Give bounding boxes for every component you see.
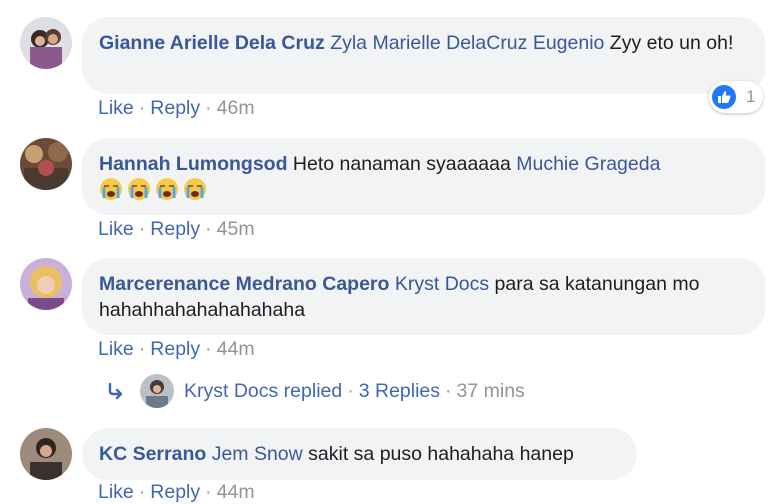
like-link[interactable]: Like <box>98 481 134 503</box>
comment-time[interactable]: 45m <box>217 218 255 240</box>
avatar[interactable] <box>20 258 72 310</box>
reply-link[interactable]: Reply <box>150 97 200 119</box>
crying-face-emoji <box>128 178 150 200</box>
comment-author[interactable]: KC Serrano <box>99 443 206 465</box>
replied-by-link[interactable]: Kryst Docs replied <box>184 380 342 403</box>
like-link[interactable]: Like <box>98 97 134 119</box>
mention-link[interactable]: Kryst Docs <box>395 273 489 295</box>
comment-bubble: Gianne Arielle Dela Cruz Zyla Marielle D… <box>82 17 765 94</box>
avatar[interactable] <box>140 374 174 408</box>
comment-text: Zyy eto un oh! <box>604 32 734 54</box>
avatar[interactable] <box>20 428 72 480</box>
crying-face-emoji <box>156 178 178 200</box>
reaction-count-number: 1 <box>746 87 756 106</box>
separator-dot: · <box>138 481 146 503</box>
comment-text: sakit sa puso hahahaha hanep <box>302 443 574 465</box>
separator-dot: · <box>138 338 146 360</box>
emoji-row <box>99 178 211 202</box>
crying-face-emoji <box>184 178 206 200</box>
separator-dot: · <box>138 97 146 119</box>
comment-author[interactable]: Hannah Lumongsod <box>99 153 288 175</box>
comment-author[interactable]: Marcerenance Medrano Capero <box>99 273 389 295</box>
replies-count-link[interactable]: 3 Replies <box>359 380 440 403</box>
reply-link[interactable]: Reply <box>150 481 200 503</box>
reply-link[interactable]: Reply <box>150 218 200 240</box>
avatar[interactable] <box>20 17 72 69</box>
comment-actions: Like · Reply · 44m <box>98 338 255 361</box>
comment-time[interactable]: 44m <box>217 338 255 360</box>
separator-dot: · <box>205 218 212 240</box>
comment-bubble: Hannah Lumongsod Heto nanaman syaaaaaa M… <box>82 138 765 215</box>
reaction-count[interactable]: 1 <box>709 81 764 113</box>
comment-text: Heto nanaman syaaaaaa <box>287 153 517 175</box>
view-replies-row[interactable]: Kryst Docs replied · 3 Replies · 37 mins <box>106 374 525 408</box>
separator-dot: · <box>445 379 452 402</box>
separator-dot: · <box>205 338 212 360</box>
separator-dot: · <box>205 97 212 119</box>
comment-time[interactable]: 44m <box>217 481 255 503</box>
replies-time: 37 mins <box>456 379 525 402</box>
like-link[interactable]: Like <box>98 338 134 360</box>
separator-dot: · <box>138 218 146 240</box>
comment-bubble: KC Serrano Jem Snow sakit sa puso hahaha… <box>82 428 637 480</box>
mention-link[interactable]: Muchie Grageda <box>516 153 660 175</box>
comment-time[interactable]: 46m <box>217 97 255 119</box>
mention-link[interactable]: Jem Snow <box>212 443 303 465</box>
comment-author[interactable]: Gianne Arielle Dela Cruz <box>99 32 325 54</box>
comment-actions: Like · Reply · 46m <box>98 97 255 120</box>
comment-bubble: Marcerenance Medrano Capero Kryst Docs p… <box>82 258 765 335</box>
like-link[interactable]: Like <box>98 218 134 240</box>
separator-dot: · <box>205 481 212 503</box>
reply-arrow-icon <box>108 382 123 400</box>
reply-link[interactable]: Reply <box>150 338 200 360</box>
avatar[interactable] <box>20 138 72 190</box>
comment-actions: Like · Reply · 45m <box>98 218 255 241</box>
separator-dot: · <box>347 379 354 402</box>
mention-link[interactable]: Zyla Marielle DelaCruz Eugenio <box>330 32 604 54</box>
thumbs-up-icon <box>712 85 736 109</box>
crying-face-emoji <box>100 178 122 200</box>
